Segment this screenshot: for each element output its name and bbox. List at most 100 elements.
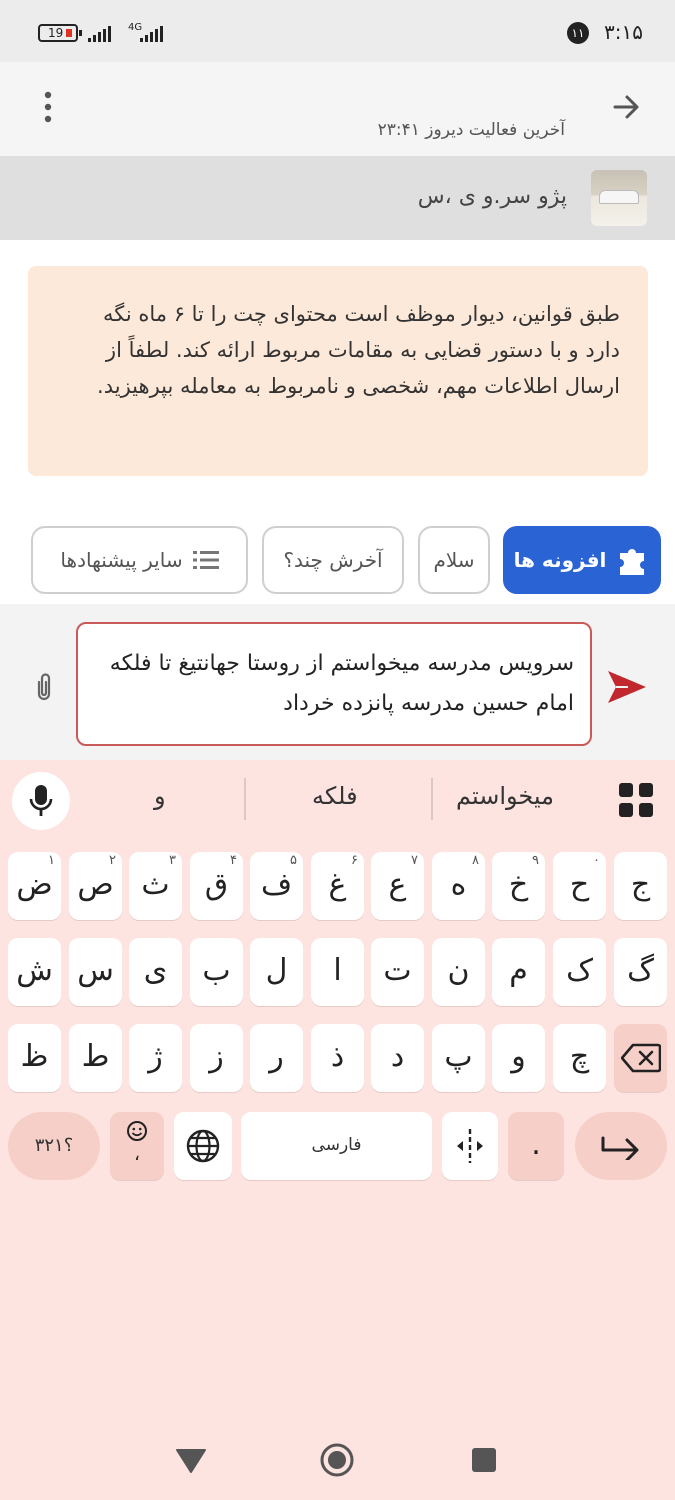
key-label: ق: [204, 867, 229, 902]
battery-icon: 19: [38, 24, 82, 42]
key-label: ج: [630, 867, 651, 902]
key[interactable]: ۰ح: [553, 852, 606, 920]
key-hint: ۸: [472, 853, 479, 868]
chip-hello[interactable]: سلام: [418, 526, 490, 594]
nav-back-icon[interactable]: [175, 1446, 207, 1474]
globe-icon: [186, 1129, 220, 1163]
ad-thumbnail[interactable]: [591, 170, 647, 226]
key[interactable]: ا: [311, 938, 364, 1006]
attachment-icon[interactable]: [30, 670, 58, 704]
key[interactable]: ۸ه: [432, 852, 485, 920]
battery-level: 19: [48, 26, 64, 40]
send-icon[interactable]: [606, 668, 648, 706]
addons-label: افزونه ها: [513, 548, 607, 572]
puzzle-icon: [620, 549, 645, 575]
clock: ۳:۱۵: [604, 20, 643, 44]
microphone-button[interactable]: [12, 772, 70, 830]
list-icon: [192, 551, 219, 569]
numbers-key[interactable]: ؟۳۲۱: [8, 1112, 100, 1180]
chip-other-label: سایر پیشنهادها: [60, 548, 183, 572]
message-composer: سرویس مدرسه میخواستم از روستا جهانتیغ تا…: [0, 604, 675, 760]
backspace-icon: [620, 1043, 661, 1073]
nav-recents-icon[interactable]: [470, 1446, 498, 1474]
key[interactable]: ب: [190, 938, 243, 1006]
smile-icon: [127, 1121, 147, 1141]
microphone-icon: [29, 785, 53, 816]
key[interactable]: ک: [553, 938, 606, 1006]
key-hint: ۵: [290, 853, 297, 868]
key[interactable]: ۹خ: [492, 852, 545, 920]
key[interactable]: ۵ف: [250, 852, 303, 920]
addons-button[interactable]: افزونه ها: [503, 526, 661, 594]
nav-home-icon[interactable]: [319, 1442, 355, 1478]
key-label: ف: [260, 867, 293, 902]
key[interactable]: ر: [250, 1024, 303, 1092]
ad-info-bar[interactable]: پژو سر.و ی ،س: [0, 156, 675, 240]
cursor-key[interactable]: [442, 1112, 498, 1180]
key-hint: ۳: [169, 853, 176, 868]
chip-last-price[interactable]: آخرش چند؟: [262, 526, 404, 594]
backspace-key[interactable]: [614, 1024, 667, 1092]
key[interactable]: ۱ض: [8, 852, 61, 920]
key-label: ث: [141, 867, 170, 902]
key[interactable]: س: [69, 938, 122, 1006]
key-hint: ۲: [109, 853, 116, 868]
key-label: ه: [450, 867, 467, 902]
space-key[interactable]: فارسی: [241, 1112, 432, 1180]
key[interactable]: ۶غ: [311, 852, 364, 920]
suggestion-2[interactable]: فلکه: [312, 782, 358, 810]
quick-replies: افزونه ها سلام آخرش چند؟ سایر پیشنهادها: [0, 526, 675, 596]
status-bar: 19 4G ۱۱ ۳:۱۵: [0, 0, 675, 62]
signal-icon: [88, 26, 111, 42]
back-arrow-icon[interactable]: [611, 92, 641, 122]
key-hint: ۹: [532, 853, 539, 868]
key-label: غ: [328, 867, 347, 902]
key[interactable]: ط: [69, 1024, 122, 1092]
key[interactable]: ۲ص: [69, 852, 122, 920]
emoji-key[interactable]: ،: [110, 1112, 164, 1180]
key[interactable]: ل: [250, 938, 303, 1006]
suggestion-3[interactable]: و: [154, 782, 166, 810]
chip-hello-label: سلام: [433, 548, 475, 572]
key-label: ص: [77, 867, 114, 902]
suggestion-divider: [244, 778, 246, 820]
apps-grid-icon[interactable]: [618, 782, 654, 818]
more-menu-icon[interactable]: [38, 90, 58, 124]
key-label: ض: [16, 867, 53, 902]
key[interactable]: و: [492, 1024, 545, 1092]
key[interactable]: ۳ث: [129, 852, 182, 920]
key[interactable]: ج: [614, 852, 667, 920]
key[interactable]: ی: [129, 938, 182, 1006]
key-label: خ: [508, 867, 529, 902]
language-key[interactable]: [174, 1112, 232, 1180]
key[interactable]: ذ: [311, 1024, 364, 1092]
chip-other-suggestions[interactable]: سایر پیشنهادها: [31, 526, 248, 594]
key-hint: ۱: [48, 853, 55, 868]
key[interactable]: گ: [614, 938, 667, 1006]
suggestion-1[interactable]: میخواستم: [456, 782, 554, 810]
key[interactable]: چ: [553, 1024, 606, 1092]
chat-header: آخرین فعالیت دیروز ۲۳:۴۱: [0, 62, 675, 156]
key[interactable]: ژ: [129, 1024, 182, 1092]
key[interactable]: ظ: [8, 1024, 61, 1092]
key[interactable]: ش: [8, 938, 61, 1006]
key-hint: ۴: [230, 853, 237, 868]
suggestion-strip: و فلکه میخواستم: [0, 760, 675, 840]
key[interactable]: د: [371, 1024, 424, 1092]
soft-keyboard: و فلکه میخواستم ج ۰ح ۹خ ۸ه ۷ع ۶غ ۵ف ۴ق ۳…: [0, 760, 675, 1500]
key[interactable]: م: [492, 938, 545, 1006]
ad-title: پژو سر.و ی ،س: [417, 184, 567, 209]
car-image: [599, 190, 639, 204]
message-input[interactable]: سرویس مدرسه میخواستم از روستا جهانتیغ تا…: [76, 622, 592, 746]
key[interactable]: ۷ع: [371, 852, 424, 920]
key[interactable]: پ: [432, 1024, 485, 1092]
period-key[interactable]: .: [508, 1112, 564, 1180]
enter-key[interactable]: [575, 1112, 667, 1180]
key[interactable]: ن: [432, 938, 485, 1006]
key-hint: ۰: [593, 853, 600, 868]
key-label: ع: [388, 867, 407, 902]
emoji-key-sub: ،: [134, 1144, 140, 1165]
key[interactable]: ۴ق: [190, 852, 243, 920]
key[interactable]: ز: [190, 1024, 243, 1092]
key[interactable]: ت: [371, 938, 424, 1006]
